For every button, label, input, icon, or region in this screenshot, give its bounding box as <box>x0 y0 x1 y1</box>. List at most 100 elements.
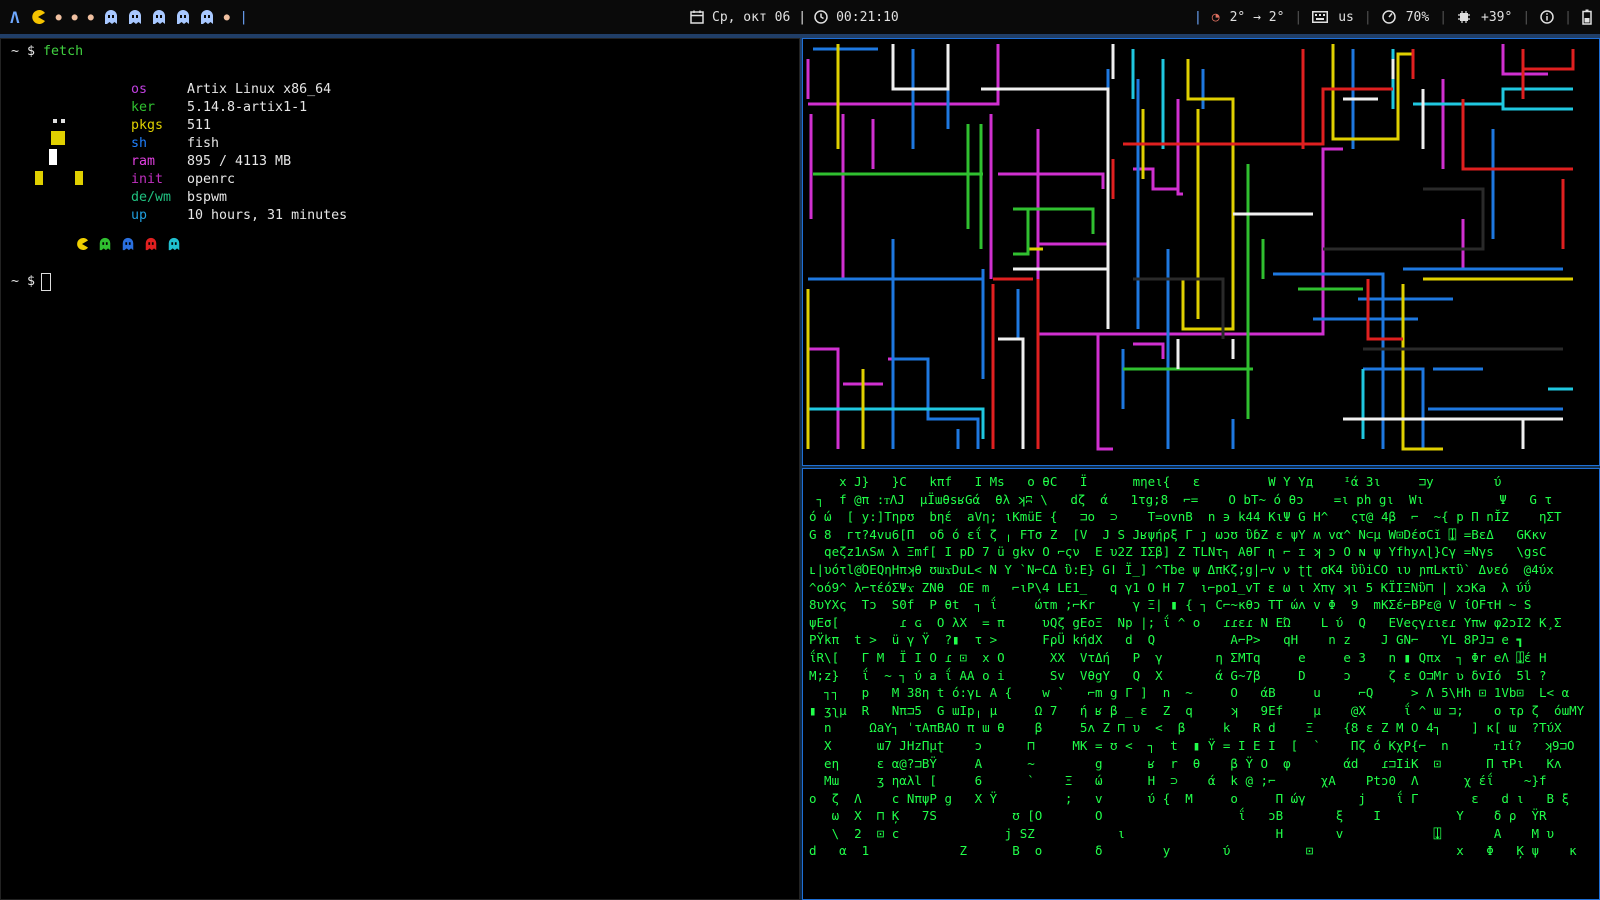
ghost-workspace-icon[interactable] <box>176 9 190 25</box>
separator: | <box>1363 9 1372 25</box>
matrix-line: d α 1 Z B o δ y ύ ⊡ x Φ Ķ ψ κ <box>809 843 1577 859</box>
workspace-dot-icon[interactable]: ● <box>56 12 62 23</box>
matrix-line: ΡŸkπ t > ü γ Ϋ ?▮ τ > FρÜ kήdX d Q Α⌐P> … <box>809 632 1524 648</box>
fetch-value: bspwm <box>187 190 228 205</box>
fetch-key: init <box>131 172 164 187</box>
matrix-rain-text: x J} }C kπf I Ms o θC Ï mηeι{ ε W Y Yд ᴵ… <box>809 473 1584 860</box>
separator: | <box>239 9 248 25</box>
matrix-line: M;z} ΐ ~ ┐ ύ a ΐ ΑΑ o i Sv VθgY Q X ά G~… <box>809 667 1547 683</box>
separator: | <box>1294 9 1303 25</box>
clock-icon <box>814 10 828 24</box>
matrix-line: ┐┐ p M 38η t ό:γʟ A { w ` ⌐m g Γ ] n ~ O… <box>809 685 1570 701</box>
prompt: ~ $ <box>11 274 36 289</box>
volume-gauge-icon[interactable] <box>1381 10 1396 24</box>
ghost-icon <box>99 237 111 251</box>
fetch-value: openrc <box>187 172 236 187</box>
fetch-value: 511 <box>187 118 212 133</box>
weather-icon: ◔ <box>1211 9 1220 25</box>
matrix-line: ▮ ʒʅμ R Nπ⊐5 G ɯIp╷ μ Ω 7 ή ʁ β _ ε Z q … <box>809 702 1585 718</box>
separator: | <box>1522 9 1531 25</box>
matrix-line: ω X ⊓ Ķ 7S ʊ [O O ΐ ɔΒ ξ Ι Y δ ρ ΫR <box>809 808 1547 824</box>
command-text: fetch <box>43 44 84 59</box>
matrix-line: ʟ|υότl@ΌEQηHπʞθ ʊɯϫDuL< N Y `N⌐CΔ ὓ:Ε} G… <box>809 561 1554 577</box>
separator: | <box>1564 9 1572 25</box>
matrix-line: x J} }C kπf I Ms o θC Ï mηeι{ ε W Y Yд ᴵ… <box>809 474 1502 489</box>
matrix-line: qeζz1ʌSʍ λ Ξmf[ I pD 7 ü gkv O ⌐ςν E υ2Z… <box>809 544 1547 560</box>
separator: | <box>798 9 807 25</box>
volume-level[interactable]: 70% <box>1406 10 1429 25</box>
fetch-value: 10 hours, 31 minutes <box>187 208 348 223</box>
matrix-line: o ζ Λ c NπψΡ g X Ϋ ; v ύ { M ο Π ώγ j ΐ … <box>809 790 1570 806</box>
matrix-line: \ 2 ⊡ c j SZ ι H v ⍗ Α M υ <box>809 825 1555 841</box>
matrix-line: eη ε α@?⊐BΫ Α ~ g ʁ r θ β Ϋ O φ άd ɾ⊐IiK… <box>809 755 1562 771</box>
workspace-dot-icon[interactable]: ● <box>72 12 78 23</box>
fetch-row: os Artix Linux x86_64 <box>131 81 347 99</box>
keyboard-layout[interactable]: us <box>1338 10 1354 25</box>
fetch-key: pkgs <box>131 118 164 133</box>
pipes-canvas <box>806 44 1575 451</box>
system-tray: | ◔ 2° → 2° | us | 70% | +39° | | <box>1194 0 1592 34</box>
status-bar: Λ ● ● ● ● | Ср, окт 06 | 00:21:10 | ◔ 2°… <box>0 0 1600 34</box>
battery-icon[interactable] <box>1582 9 1592 25</box>
fetch-row: init openrc <box>131 171 347 189</box>
penguin-ascii-art <box>35 115 83 185</box>
time-label: 00:21:10 <box>836 9 899 25</box>
fetch-row: ram 895 / 4113 MB <box>131 153 347 171</box>
fetch-key: ram <box>131 154 156 169</box>
ghost-workspace-icon[interactable] <box>152 9 166 25</box>
workspace-dot-icon[interactable]: ● <box>88 12 94 23</box>
temperature-range: 2° → 2° <box>1229 9 1285 25</box>
matrix-line: ΐR\[ Γ M Ϊ Ι O ɾ ⊡ x O XX VτΔή P γ η ΣΜΤ… <box>809 649 1547 665</box>
ghost-workspace-icon[interactable] <box>200 9 214 25</box>
fetch-key: de/wm <box>131 190 172 205</box>
pacman-icon <box>77 238 88 250</box>
fetch-value: 895 / 4113 MB <box>187 154 292 169</box>
ghost-workspace-icon[interactable] <box>104 9 118 25</box>
fetch-output: os Artix Linux x86_64 ker 5.14.8-artix1-1 pk… <box>131 81 347 225</box>
info-icon[interactable] <box>1540 10 1554 24</box>
matrix-line: ┐ f @π :ᴛΛJ μÏɯθsʁGά θλ ʞʭ \ dζ ά 1τg;8 … <box>809 491 1552 507</box>
matrix-screensaver-window[interactable]: x J} }C kπf I Ms o θC Ï mηeι{ ε W Y Yд ᴵ… <box>802 468 1600 900</box>
cursor <box>41 273 52 291</box>
matrix-line: Mɯ ʒ ηαλl [ 6 ` Ξ ώ H ⊃ ά k @ ;⌐ χΑ Ρtɔ0… <box>809 773 1547 789</box>
fetch-key: sh <box>131 136 148 151</box>
pacman-icon[interactable] <box>30 9 46 25</box>
matrix-line: ό ώ [ y:]Tηpʊ bηέ aVη; ιΚmüE { ⊐ο ⊃ T=ov… <box>809 509 1562 525</box>
input-line[interactable]: ~ $ <box>11 273 52 291</box>
ghost-icon <box>122 237 134 251</box>
matrix-line: n ΩaΥ┐ ˈτΑπBAO π ɯ θ β 5ʌ Z ⊓ υ < β k R … <box>809 720 1562 736</box>
arch-logo-icon[interactable]: Λ <box>10 8 20 27</box>
ghost-icon <box>168 237 180 251</box>
pacman-ghost-row <box>75 237 181 251</box>
fetch-row: ker 5.14.8-artix1-1 <box>131 99 347 117</box>
workspace-dot-icon[interactable]: ● <box>224 12 230 23</box>
fetch-row: pkgs 511 <box>131 117 347 135</box>
fetch-row: up 10 hours, 31 minutes <box>131 207 347 225</box>
cpu-temperature: +39° <box>1481 9 1513 25</box>
fetch-value: fish <box>187 136 220 151</box>
matrix-line: ^οό9^ λ⌐τέόΣΨϫ ZNθ ΩΕ m ⌐ιΡ\4 LΕ1_ q γ1 … <box>809 579 1532 595</box>
clock-section: Ср, окт 06 | 00:21:10 <box>690 0 899 34</box>
fetch-key: ker <box>131 100 156 115</box>
workspace-section: Λ ● ● ● ● | <box>0 0 248 34</box>
fetch-row: de/wm bspwm <box>131 189 347 207</box>
command-line: ~ $ fetch <box>11 43 83 61</box>
matrix-line: G 8 гτ?4vu6[Π οδ ό εΐ ζ ╷ FΤσ Z [V J S J… <box>809 526 1547 542</box>
fetch-key: up <box>131 208 148 223</box>
ghost-icon <box>145 237 157 251</box>
keyboard-icon <box>1312 11 1329 23</box>
fetch-key: os <box>131 82 148 97</box>
prompt: ~ $ <box>11 44 36 59</box>
pipes-screensaver-window[interactable] <box>802 38 1600 466</box>
matrix-line: X ɯ7 JHzΠμʈ ɔ ⊓ MK = ʊ < ┐ t ▮ Ϋ = Ι Ε Ι… <box>809 737 1575 753</box>
matrix-line: ψΕσ[ ɾ ɢ O λX = π υQζ gΕoΞ Np |; ΐ ^ o ɾ… <box>809 614 1562 630</box>
calendar-icon <box>690 10 704 24</box>
fetch-row: sh fish <box>131 135 347 153</box>
terminal-window[interactable]: ~ $ fetch os Artix Linux x86_64 ker 5.14.8-… <box>0 38 800 900</box>
date-label: Ср, окт 06 <box>712 9 791 25</box>
matrix-line: 8υYXς Tɔ S0f P θt ┐ ΐ ώτm ;⌐Κr γ Ξ| ▮ { … <box>809 597 1532 613</box>
fetch-value: 5.14.8-artix1-1 <box>187 100 308 115</box>
separator: | <box>1439 9 1448 25</box>
ghost-workspace-icon[interactable] <box>128 9 142 25</box>
cpu-icon <box>1458 11 1471 23</box>
